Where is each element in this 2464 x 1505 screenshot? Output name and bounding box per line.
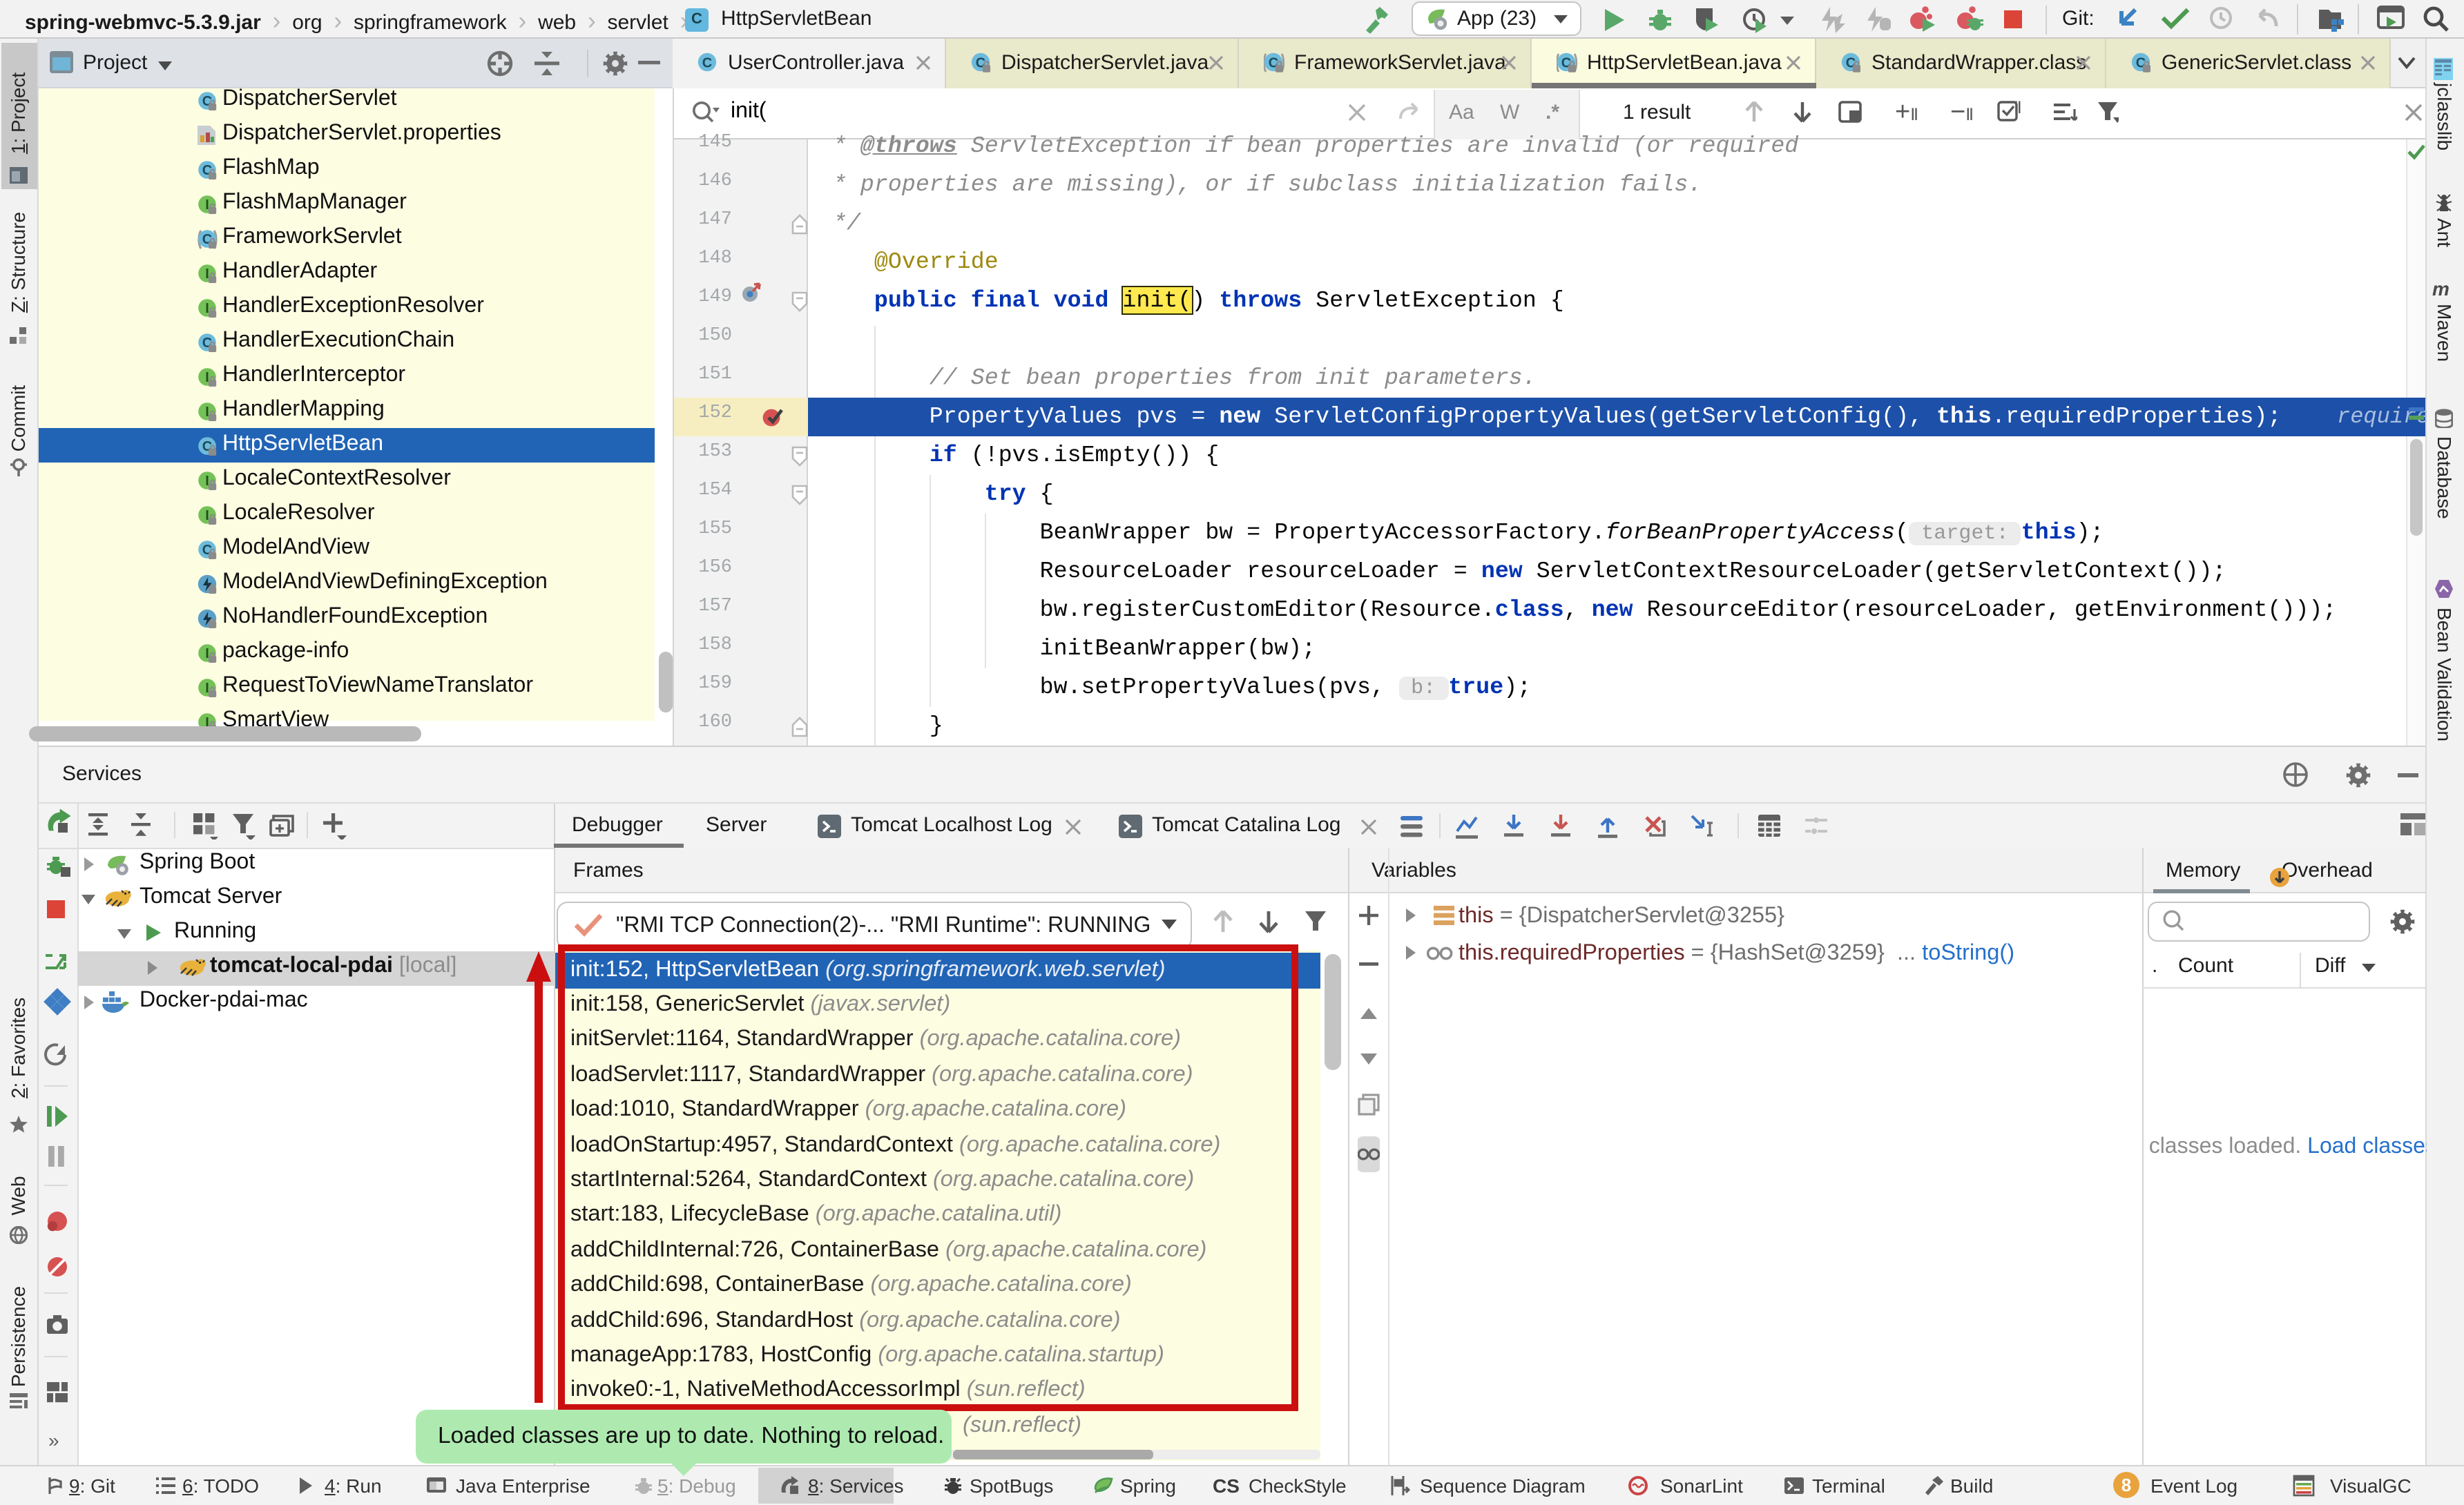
svg-text:I: I <box>205 266 209 281</box>
svg-text:I: I <box>205 645 209 661</box>
svg-text:I: I <box>205 680 209 695</box>
svg-text:I: I <box>205 507 209 523</box>
svg-text:»: » <box>48 1430 59 1451</box>
svg-text:I: I <box>205 404 209 419</box>
svg-text:I: I <box>205 300 209 315</box>
svg-text:I: I <box>205 473 209 488</box>
svg-text:C: C <box>702 56 712 71</box>
svg-text:I: I <box>205 369 209 385</box>
svg-text:I: I <box>205 197 209 212</box>
